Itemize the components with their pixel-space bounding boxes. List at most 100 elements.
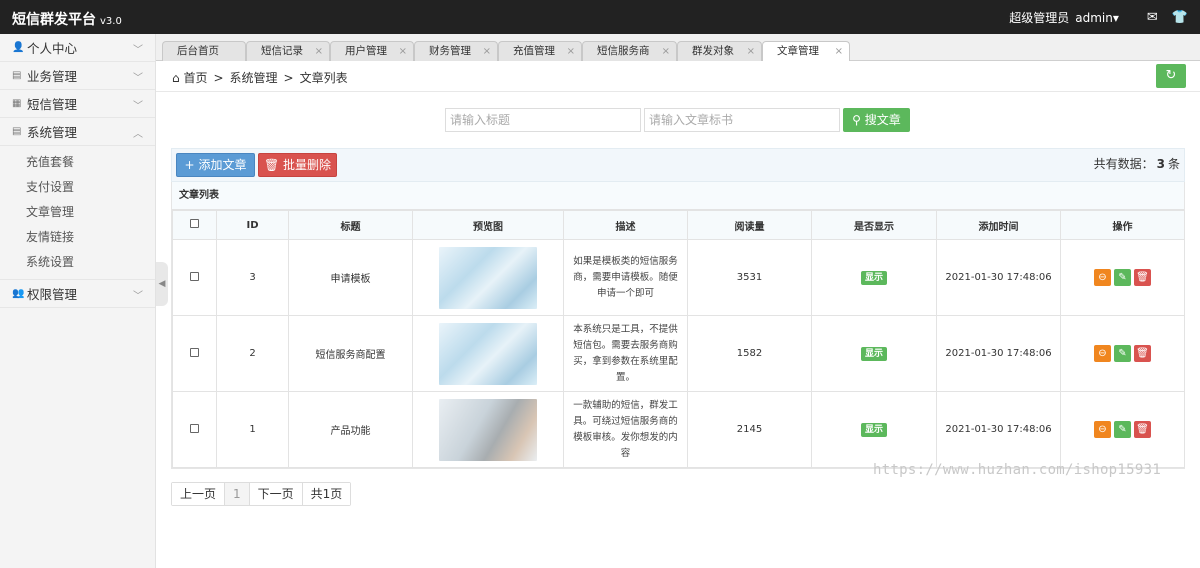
minus-circle-icon: ⊖ <box>1098 272 1107 283</box>
search-icon: ⚲ <box>852 113 861 127</box>
preview-image <box>439 322 537 385</box>
refresh-button[interactable]: ↻ <box>1156 64 1186 88</box>
tab-recharge[interactable]: 充值管理 × <box>498 41 582 61</box>
breadcrumb-separator: > <box>283 71 294 85</box>
row-checkbox[interactable] <box>190 271 199 281</box>
pencil-icon: ✎ <box>1118 424 1127 435</box>
tab-sms-provider[interactable]: 短信服务商 × <box>582 41 677 61</box>
edit-button[interactable]: ✎ <box>1114 421 1131 438</box>
home-icon: ⌂ <box>172 71 180 85</box>
disable-button[interactable]: ⊖ <box>1094 269 1111 286</box>
table-caption: 文章列表 <box>172 182 1184 210</box>
app-version: v3.0 <box>100 16 122 27</box>
sidebar-item-label: 短信管理 <box>27 97 78 112</box>
user-menu[interactable]: admin▾ <box>1075 11 1119 25</box>
disable-button[interactable]: ⊖ <box>1094 345 1111 362</box>
sidebar-item-label: 个人中心 <box>27 41 78 56</box>
edit-button[interactable]: ✎ <box>1114 345 1131 362</box>
sidebar-subitem-payment-settings[interactable]: 支付设置 <box>0 175 155 200</box>
sidebar-collapse-handle[interactable]: ◀ <box>156 262 168 306</box>
table-header-row: ID 标题 预览图 描述 阅读量 是否显示 添加时间 操作 <box>172 210 1185 240</box>
select-all-checkbox[interactable] <box>190 219 199 228</box>
tab-label: 用户管理 <box>345 45 387 57</box>
close-icon[interactable]: × <box>662 42 670 61</box>
column-header-visible: 是否显示 <box>811 210 937 240</box>
edit-button[interactable]: ✎ <box>1114 269 1131 286</box>
tab-dashboard[interactable]: 后台首页 <box>162 41 246 61</box>
tab-broadcast-targets[interactable]: 群发对象 × <box>677 41 762 61</box>
row-description: 一款辅助的短信，群发工具。可绕过短信服务商的模板审核。发你想发的内容 <box>563 391 688 468</box>
minus-circle-icon: ⊖ <box>1098 348 1107 359</box>
pencil-icon: ✎ <box>1118 272 1127 283</box>
prev-page-button[interactable]: 上一页 <box>172 483 226 505</box>
close-icon[interactable]: × <box>399 42 407 61</box>
delete-button[interactable]: 🗑 <box>1134 421 1151 438</box>
search-articles-button[interactable]: ⚲ 搜文章 <box>843 108 910 132</box>
tab-label: 短信服务商 <box>597 45 650 57</box>
sidebar-subitem-article-management[interactable]: 文章管理 <box>0 200 155 225</box>
close-icon[interactable]: × <box>315 42 323 61</box>
shirt-icon[interactable]: 👕 <box>1172 10 1188 25</box>
top-bar: 短信群发平台 v3.0 超级管理员 admin▾ ✉ 👕 <box>0 0 1200 34</box>
disable-button[interactable]: ⊖ <box>1094 421 1111 438</box>
table-row: 2 短信服务商配置 本系统只是工具，不提供短信包。需要去服务商购买，拿到参数在系… <box>172 315 1185 392</box>
database-icon: ▤ <box>12 126 22 137</box>
row-id: 1 <box>216 391 289 468</box>
row-checkbox[interactable] <box>190 347 199 357</box>
sidebar-item-system[interactable]: ▤ 系统管理 ︿ <box>0 118 155 146</box>
breadcrumb-system[interactable]: 系统管理 <box>230 71 278 85</box>
sidebar-subitem-friend-links[interactable]: 友情链接 <box>0 225 155 250</box>
add-article-button[interactable]: + 添加文章 <box>176 153 255 177</box>
tab-article-management[interactable]: 文章管理 × <box>762 41 850 62</box>
status-badge: 显示 <box>860 422 887 437</box>
list-icon: ▤ <box>12 70 22 81</box>
breadcrumb-home[interactable]: 首页 <box>183 71 207 85</box>
trash-icon: 🗑 <box>1136 424 1149 435</box>
status-badge: 显示 <box>860 346 887 361</box>
current-page[interactable]: 1 <box>225 483 250 505</box>
sidebar-item-label: 系统管理 <box>27 125 78 140</box>
tag-search-input[interactable]: 请输入文章标书 <box>644 108 840 132</box>
table-row: 1 产品功能 一款辅助的短信，群发工具。可绕过短信服务商的模板审核。发你想发的内… <box>172 391 1185 468</box>
close-icon[interactable]: × <box>835 42 843 61</box>
sidebar-item-permissions[interactable]: 👥 权限管理 ﹀ <box>0 280 155 308</box>
row-views: 1582 <box>687 315 812 392</box>
users-icon: 👥 <box>12 288 25 299</box>
search-button-label: 搜文章 <box>864 113 901 127</box>
row-id: 2 <box>216 315 289 392</box>
sidebar-item-personal-center[interactable]: 👤 个人中心 ﹀ <box>0 34 155 62</box>
batch-delete-button[interactable]: 🗑 批量删除 <box>258 153 337 177</box>
watermark-text: https://www.huzhan.com/ishop15931 <box>873 462 1162 478</box>
row-title: 产品功能 <box>288 391 413 468</box>
table-row: 3 申请模板 如果是模板类的短信服务商，需要申请模板。随便申请一个即可 3531… <box>172 239 1185 316</box>
sidebar-subitem-recharge-package[interactable]: 充值套餐 <box>0 150 155 175</box>
sidebar-item-business[interactable]: ▤ 业务管理 ﹀ <box>0 62 155 90</box>
record-count: 共有数据： 3 条 <box>1094 155 1180 172</box>
user-name: admin <box>1075 10 1113 25</box>
delete-button[interactable]: 🗑 <box>1134 269 1151 286</box>
tab-user-management[interactable]: 用户管理 × <box>330 41 414 61</box>
select-all-cell <box>172 210 217 240</box>
row-title: 短信服务商配置 <box>288 315 413 392</box>
mail-icon[interactable]: ✉ <box>1147 10 1158 25</box>
delete-button[interactable]: 🗑 <box>1134 345 1151 362</box>
row-actions: ⊖ ✎ 🗑 <box>1061 421 1184 438</box>
tab-finance[interactable]: 财务管理 × <box>414 41 498 61</box>
sidebar-item-sms[interactable]: ▦ 短信管理 ﹀ <box>0 90 155 118</box>
user-icon: 👤 <box>12 42 25 53</box>
close-icon[interactable]: × <box>483 42 491 61</box>
title-search-input[interactable]: 请输入标题 <box>445 108 641 132</box>
chevron-down-icon: ﹀ <box>133 45 143 56</box>
close-icon[interactable]: × <box>567 42 575 61</box>
next-page-button[interactable]: 下一页 <box>249 483 303 505</box>
breadcrumb-bar: ⌂ 首页 > 系统管理 > 文章列表 ↻ <box>156 61 1200 92</box>
close-icon[interactable]: × <box>747 42 755 61</box>
tab-label: 后台首页 <box>177 45 219 57</box>
tab-sms-records[interactable]: 短信记录 × <box>246 41 330 61</box>
sidebar-item-label: 权限管理 <box>27 287 78 302</box>
row-checkbox[interactable] <box>190 423 199 433</box>
app-brand[interactable]: 短信群发平台 v3.0 <box>12 9 122 29</box>
row-actions: ⊖ ✎ 🗑 <box>1061 345 1184 362</box>
sidebar: 👤 个人中心 ﹀ ▤ 业务管理 ﹀ ▦ 短信管理 ﹀ ▤ 系统管理 ︿ 充值套餐… <box>0 34 156 568</box>
sidebar-subitem-system-settings[interactable]: 系统设置 <box>0 250 155 275</box>
